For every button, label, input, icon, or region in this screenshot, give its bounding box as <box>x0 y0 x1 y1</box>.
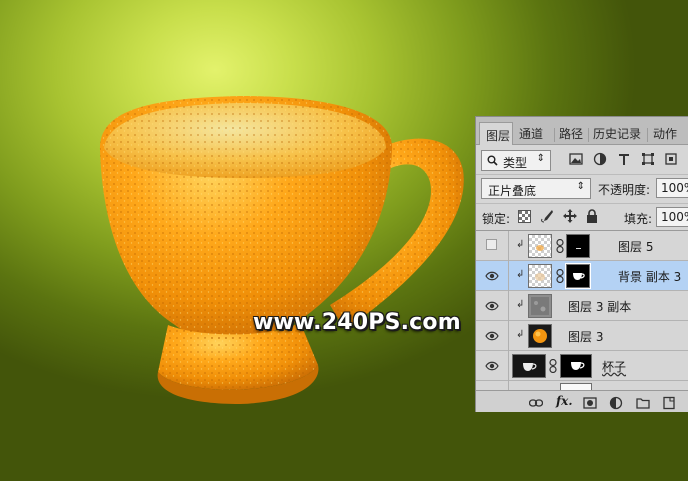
layer-mask-thumbnail[interactable] <box>566 234 590 258</box>
tab-paths[interactable]: 路径 <box>559 125 583 145</box>
opacity-field[interactable]: 100% <box>656 178 688 198</box>
layer-row-cup[interactable]: 杯子 <box>476 351 688 381</box>
mask-link-icon[interactable] <box>556 239 564 253</box>
small-cup-thumbnail <box>536 245 544 251</box>
lock-position-icon[interactable] <box>563 209 577 223</box>
eye-icon[interactable] <box>485 360 499 372</box>
smart-object-filter-icon[interactable] <box>664 152 678 166</box>
layer-name[interactable]: 图层 5 <box>618 238 653 255</box>
layer-thumbnail[interactable] <box>528 264 552 288</box>
row-divider <box>508 261 509 291</box>
new-layer-icon[interactable] <box>662 396 676 410</box>
row-divider <box>508 291 509 321</box>
chevron-updown-icon: ⇕ <box>536 153 545 164</box>
watermark-text: www.240PS.com <box>253 310 461 335</box>
opacity-label: 不透明度: <box>598 183 651 197</box>
visibility-toggle-off[interactable] <box>486 239 497 250</box>
layer-mask-thumbnail[interactable] <box>565 263 591 289</box>
layer-row-layer-3-copy[interactable]: ↲ 图层 3 副本 <box>476 291 688 321</box>
blend-mode-label: 正片叠底 <box>488 184 537 198</box>
clipping-arrow-icon: ↲ <box>516 269 525 280</box>
blend-row: 正片叠底 ⇕ 不透明度: 100% <box>476 174 688 204</box>
lock-image-pixels-icon[interactable] <box>540 209 554 223</box>
clipping-arrow-icon: ↲ <box>516 239 525 250</box>
layers-bottom-toolbar: fx. <box>476 390 688 412</box>
small-cup-thumbnail <box>535 273 545 281</box>
image-filter-icon[interactable] <box>569 152 583 166</box>
eye-icon[interactable] <box>485 270 499 282</box>
new-group-icon[interactable] <box>636 396 650 410</box>
mask-link-icon[interactable] <box>549 359 557 373</box>
lock-row: 锁定: 填充: 100% <box>476 203 688 231</box>
orange-thumbnail <box>533 329 547 343</box>
tab-layers[interactable]: 图层 <box>479 122 513 145</box>
layer-name[interactable]: 杯子 <box>602 358 626 375</box>
tab-channels[interactable]: 通道 <box>519 125 543 145</box>
layer-thumbnail[interactable] <box>528 234 552 258</box>
fill-label: 填充: <box>624 212 653 226</box>
tab-divider <box>588 128 589 142</box>
layer-name[interactable]: 图层 3 <box>568 328 603 345</box>
layer-row-background-copy-3[interactable]: ↲ 背景 副本 3 <box>476 261 688 291</box>
layer-name[interactable]: 图层 3 副本 <box>568 298 631 315</box>
cup-photo-thumbnail <box>523 363 537 371</box>
row-divider <box>508 351 509 381</box>
adjustment-layer-icon[interactable] <box>609 396 623 410</box>
texture-thumbnail <box>531 297 549 315</box>
clipping-arrow-icon: ↲ <box>516 299 525 310</box>
layer-mask-thumbnail[interactable] <box>560 354 592 378</box>
layer-thumbnail[interactable] <box>528 324 552 348</box>
shape-filter-icon[interactable] <box>641 152 655 166</box>
clipping-arrow-icon: ↲ <box>516 329 525 340</box>
adjustment-filter-icon[interactable] <box>593 152 607 166</box>
lock-transparent-pixels-icon[interactable] <box>518 210 531 223</box>
row-divider <box>508 231 509 261</box>
filter-kind-select[interactable]: 类型 ⇕ <box>481 150 551 171</box>
layer-row-layer-3[interactable]: ↲ 图层 3 <box>476 321 688 351</box>
layer-name[interactable]: 背景 副本 3 <box>618 268 681 285</box>
tab-history[interactable]: 历史记录 <box>593 125 641 145</box>
tab-actions[interactable]: 动作 <box>653 125 677 145</box>
layers-panel: 图层 通道 路径 历史记录 动作 类型 ⇕ 正片叠底 ⇕ 不透明度: 100% … <box>475 116 688 412</box>
lock-label: 锁定: <box>482 212 511 226</box>
row-divider <box>508 321 509 351</box>
tab-divider <box>554 128 555 142</box>
mask-link-icon[interactable] <box>556 269 564 283</box>
lock-all-icon[interactable] <box>586 209 598 223</box>
layer-thumbnail[interactable] <box>528 294 552 318</box>
cup-mask-shape <box>573 273 585 280</box>
layer-thumbnail[interactable] <box>512 354 546 378</box>
layers-list: ↲ 图层 5 ↲ 背景 副本 3 ↲ 图层 3 副本 ↲ 图层 3 杯子 <box>476 230 688 391</box>
eye-icon[interactable] <box>485 300 499 312</box>
search-icon <box>487 155 498 166</box>
eye-icon[interactable] <box>485 330 499 342</box>
filter-kind-label: 类型 <box>503 156 528 170</box>
blend-mode-select[interactable]: 正片叠底 ⇕ <box>481 178 591 199</box>
type-filter-icon[interactable] <box>617 152 631 166</box>
add-mask-icon[interactable] <box>583 396 597 410</box>
fill-field[interactable]: 100% <box>656 207 688 227</box>
panel-tab-bar: 图层 通道 路径 历史记录 动作 <box>476 117 688 145</box>
tab-divider <box>647 128 648 142</box>
cup-mask-shape <box>571 362 585 370</box>
layer-row-layer-5[interactable]: ↲ 图层 5 <box>476 231 688 261</box>
link-layers-icon[interactable] <box>529 396 543 410</box>
fx-icon[interactable]: fx. <box>556 394 573 408</box>
chevron-updown-icon: ⇕ <box>576 181 585 192</box>
